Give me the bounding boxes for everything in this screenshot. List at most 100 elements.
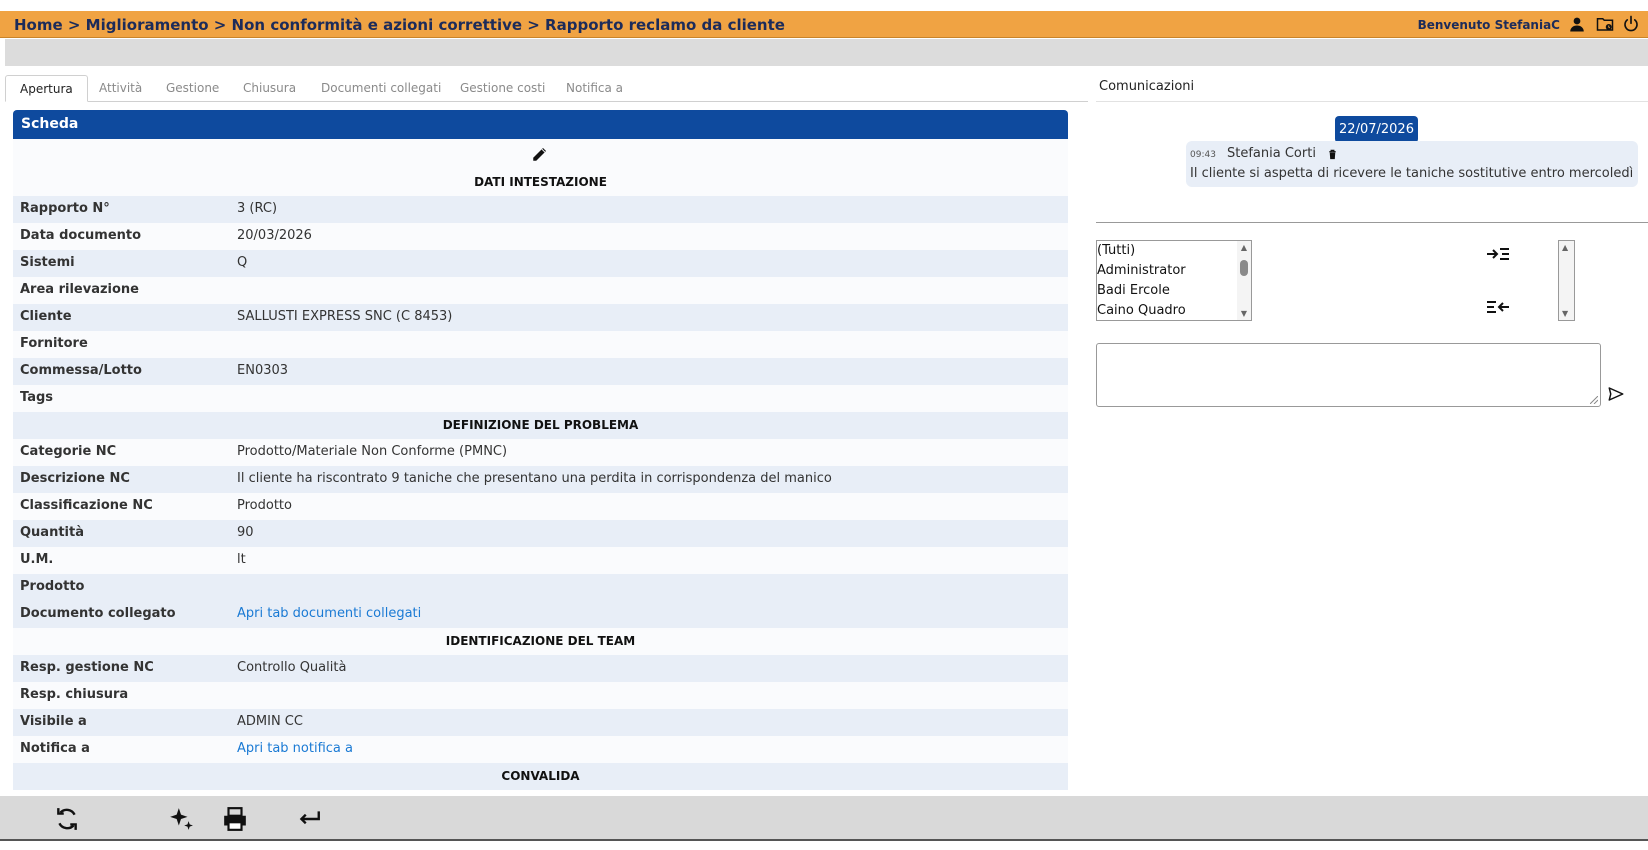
tab-chiusura[interactable]: Chiusura: [229, 75, 310, 102]
field-value: 90: [237, 525, 254, 540]
field-row: Area rilevazione: [13, 277, 1068, 304]
field-row: Tags: [13, 385, 1068, 412]
field-value: Il cliente ha riscontrato 9 taniche che …: [237, 471, 832, 486]
documenti-collegati-link[interactable]: Apri tab documenti collegati: [237, 601, 421, 627]
field-label: Categorie NC: [20, 444, 117, 459]
folder-clock-icon[interactable]: [1596, 15, 1614, 33]
field-label: Data documento: [20, 228, 142, 243]
selected-recipients-listbox[interactable]: ▲ ▼: [1558, 240, 1575, 321]
field-label: Prodotto: [20, 579, 85, 594]
field-label: Resp. gestione NC: [20, 660, 154, 675]
tab-attivita[interactable]: Attività: [85, 75, 156, 102]
field-label: Commessa/Lotto: [20, 363, 142, 378]
add-recipient-icon[interactable]: [1485, 245, 1511, 263]
field-label: Visibile a: [20, 714, 87, 729]
field-value: Controllo Qualità: [237, 660, 347, 675]
welcome-text: Benvenuto StefaniaC: [1417, 18, 1560, 32]
field-value: EN0303: [237, 363, 289, 378]
tab-gestione-costi[interactable]: Gestione costi: [446, 75, 559, 102]
field-row: Resp. gestione NC Controllo Qualità: [13, 655, 1068, 682]
scroll-up-icon[interactable]: ▲: [1562, 243, 1568, 252]
section-dati-intestazione: DATI INTESTAZIONE: [13, 169, 1068, 196]
field-row: Sistemi Q: [13, 250, 1068, 277]
field-value: Q: [237, 255, 248, 270]
magic-sparkle-icon[interactable]: [168, 806, 194, 832]
resize-handle-icon[interactable]: [1590, 396, 1598, 404]
divider: [1096, 101, 1648, 102]
user-icon[interactable]: [1568, 15, 1586, 33]
list-item[interactable]: Caino Quadro: [1097, 301, 1251, 320]
field-row: Resp. chiusura: [13, 682, 1068, 709]
field-row: Visibile a ADMIN CC: [13, 709, 1068, 736]
field-row: Data documento 20/03/2026: [13, 223, 1068, 250]
date-badge: 22/07/2026: [1335, 116, 1418, 143]
send-icon[interactable]: [1607, 385, 1625, 403]
tab-bar: Apertura Attività Gestione Chiusura Docu…: [5, 75, 1088, 102]
message-author: Stefania Corti: [1227, 146, 1316, 161]
back-icon[interactable]: [296, 806, 322, 832]
field-row: Prodotto: [13, 574, 1068, 601]
field-label: Classificazione NC: [20, 498, 153, 513]
trash-icon[interactable]: [1327, 149, 1338, 160]
field-label: Tags: [20, 390, 54, 405]
field-row: Categorie NC Prodotto/Materiale Non Confo…: [13, 439, 1068, 466]
notifica-a-link[interactable]: Apri tab notifica a: [237, 736, 353, 762]
field-label: Fornitore: [20, 336, 88, 351]
field-label: Rapporto N°: [20, 201, 110, 216]
pencil-edit-icon[interactable]: [531, 145, 549, 163]
tab-apertura[interactable]: Apertura: [5, 75, 88, 102]
comunicazioni-title: Comunicazioni: [1099, 79, 1195, 94]
field-value: Prodotto/Materiale Non Conforme (PMNC): [237, 444, 508, 459]
section-definizione-problema: DEFINIZIONE DEL PROBLEMA: [13, 412, 1068, 439]
field-value: 3 (RC): [237, 201, 278, 216]
power-icon[interactable]: [1622, 15, 1640, 33]
field-row: Quantità 90: [13, 520, 1068, 547]
field-label: Resp. chiusura: [20, 687, 129, 702]
field-value: SALLUSTI EXPRESS SNC (C 8453): [237, 309, 453, 324]
print-icon[interactable]: [222, 806, 248, 832]
field-value: Prodotto: [237, 498, 292, 513]
field-row: Rapporto N° 3 (RC): [13, 196, 1068, 223]
scroll-down-icon[interactable]: ▼: [1239, 309, 1249, 318]
message-textarea[interactable]: [1096, 343, 1601, 407]
scheda-header: Scheda: [13, 110, 1068, 139]
bottom-toolbar: [0, 796, 1648, 841]
toolbar-strip: [5, 39, 1648, 66]
field-label: Sistemi: [20, 255, 75, 270]
section-identificazione-team: IDENTIFICAZIONE DEL TEAM: [13, 628, 1068, 655]
field-value: 20/03/2026: [237, 228, 312, 243]
field-label: Documento collegato: [20, 606, 176, 621]
field-label: Descrizione NC: [20, 471, 130, 486]
top-bar: Home > Miglioramento > Non conformità e …: [0, 11, 1648, 38]
scroll-up-icon[interactable]: ▲: [1239, 243, 1249, 252]
refresh-icon[interactable]: [54, 806, 80, 832]
scroll-thumb[interactable]: [1240, 260, 1248, 276]
message-text: Il cliente si aspetta di ricevere le tan…: [1190, 166, 1634, 181]
field-row: Commessa/Lotto EN0303: [13, 358, 1068, 385]
edit-row: [13, 139, 1068, 169]
tab-notifica-a[interactable]: Notifica a: [552, 75, 637, 102]
scrollbar[interactable]: ▲ ▼: [1237, 241, 1251, 320]
list-item[interactable]: (Tutti): [1097, 241, 1251, 261]
field-label: U.M.: [20, 552, 54, 567]
tab-gestione[interactable]: Gestione: [152, 75, 233, 102]
field-value: lt: [237, 552, 246, 567]
list-item[interactable]: Administrator: [1097, 261, 1251, 281]
field-row: U.M. lt: [13, 547, 1068, 574]
scroll-down-icon[interactable]: ▼: [1562, 309, 1568, 318]
field-label: Notifica a: [20, 741, 90, 756]
section-convalida: CONVALIDA: [13, 763, 1068, 790]
breadcrumb[interactable]: Home > Miglioramento > Non conformità e …: [14, 16, 785, 34]
divider: [1096, 222, 1648, 223]
recipients-listbox[interactable]: (Tutti) Administrator Badi Ercole Caino …: [1096, 240, 1252, 321]
remove-recipient-icon[interactable]: [1485, 298, 1511, 316]
field-row: Classificazione NC Prodotto: [13, 493, 1068, 520]
field-row: Notifica a Apri tab notifica a: [13, 736, 1068, 763]
tab-documenti-collegati[interactable]: Documenti collegati: [307, 75, 455, 102]
field-row: Documento collegato Apri tab documenti co…: [13, 601, 1068, 628]
field-value: ADMIN CC: [237, 714, 303, 729]
field-row: Fornitore: [13, 331, 1068, 358]
message-bubble: 09:43 Stefania Corti Il cliente si aspet…: [1186, 141, 1638, 187]
list-item[interactable]: Badi Ercole: [1097, 281, 1251, 301]
field-row: Cliente SALLUSTI EXPRESS SNC (C 8453): [13, 304, 1068, 331]
